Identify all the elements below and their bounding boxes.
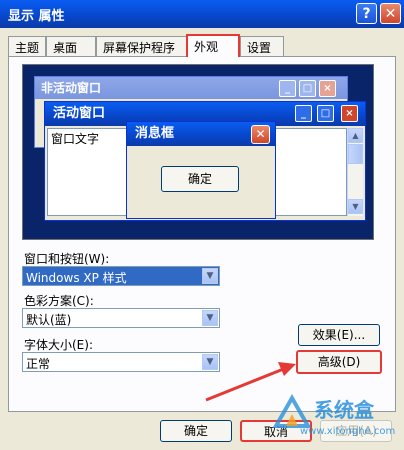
annotation-arrow: [205, 362, 296, 402]
watermark-text: 系统盒: [314, 398, 374, 422]
tab-appearance[interactable]: 外观: [186, 34, 240, 57]
display-properties-dialog: 显示 属性 ? ✕ 主题 桌面 屏幕保护程序 外观 设置 非活动窗口 _ □ ×…: [0, 0, 404, 450]
watermark-url: www.xitonghe.com: [300, 426, 396, 437]
